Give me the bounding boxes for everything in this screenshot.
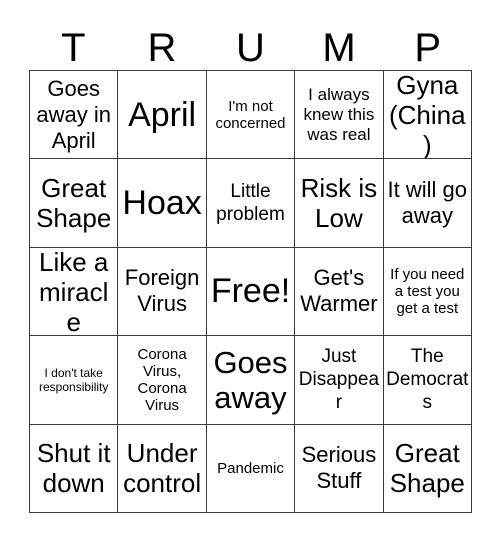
bingo-cell[interactable]: I'm not concerned [206,71,296,160]
bingo-cell-label: Pandemic [217,459,284,477]
bingo-header-letter-p: P [414,26,442,70]
bingo-cell[interactable]: Risk is Low [295,159,384,248]
bingo-cell[interactable]: Pandemic [206,424,296,513]
bingo-cell[interactable]: I always knew this was real [295,71,384,160]
bingo-header-letter-m: M [322,26,356,70]
bingo-header-row: T R U M P [29,22,472,70]
bingo-header-letter-r: R [147,26,177,70]
bingo-cell-label: Under control [123,438,202,499]
bingo-cell-label: Corona Virus, Corona Virus [137,345,187,414]
bingo-cell-label: It will go away [387,177,468,229]
bingo-cell-label: The Democrats [386,346,469,414]
bingo-header-letter-t: T [61,26,86,70]
bingo-cell-label: Foreign Virus [124,265,200,317]
bingo-cell-label: April [128,95,197,134]
bingo-cell[interactable]: Little problem [206,159,296,248]
bingo-cell-label: Gyna (China) [389,71,466,160]
bingo-card: T R U M P Goes away in April April I'm not… [0,0,500,544]
bingo-cell[interactable]: Shut it down [30,424,119,513]
bingo-cell[interactable]: Under control [118,424,207,513]
bingo-cell[interactable]: Goes away [206,336,296,425]
bingo-cell-label: Free! [210,272,291,311]
bingo-cell-label: Serious Stuff [301,442,377,494]
bingo-cell[interactable]: April [118,71,207,160]
bingo-cell[interactable]: Foreign Virus [118,247,207,337]
bingo-cell[interactable]: Like a miracle [30,247,119,337]
bingo-cell[interactable]: I don't take responsibility [30,336,119,425]
bingo-cell-label: I always knew this was real [303,84,375,144]
bingo-cell[interactable]: Corona Virus, Corona Virus [118,336,207,425]
bingo-cell-label: Hoax [122,184,202,223]
bingo-cell[interactable]: Serious Stuff [295,424,384,513]
bingo-cell-label: Risk is Low [300,173,378,234]
bingo-cell-label: Goes away in April [36,75,111,153]
bingo-cell[interactable]: Great Shape [30,159,119,248]
bingo-cell-label: Great Shape [36,173,112,234]
bingo-cell[interactable]: The Democrats [383,336,472,425]
bingo-cell[interactable]: If you need a test you get a test [383,247,472,337]
bingo-cell-label: Shut it down [36,438,111,499]
bingo-cell-label: I don't take responsibility [39,365,109,394]
bingo-cell-label: I'm not concerned [215,97,286,132]
bingo-cell[interactable]: Hoax [118,159,207,248]
bingo-cell-label: Little problem [216,181,285,226]
bingo-cell-label: Great Shape [389,438,465,499]
bingo-cell[interactable]: Gyna (China) [383,71,472,160]
bingo-cell-label: If you need a test you get a test [390,265,465,317]
bingo-cell-label: Get's Warmer [300,265,378,317]
bingo-cell[interactable]: Free! [206,247,296,337]
bingo-cell-label: Like a miracle [39,247,109,337]
bingo-cell[interactable]: Just Disappear [295,336,384,425]
bingo-grid: Goes away in April April I'm not concerned… [29,70,472,513]
bingo-cell[interactable]: It will go away [383,159,472,248]
bingo-cell-label: Goes away [213,344,288,415]
bingo-cell[interactable]: Goes away in April [30,71,119,160]
bingo-cell[interactable]: Get's Warmer [295,247,384,337]
bingo-cell[interactable]: Great Shape [383,424,472,513]
bingo-cell-label: Just Disappear [298,346,380,414]
bingo-header-letter-u: U [236,26,265,70]
